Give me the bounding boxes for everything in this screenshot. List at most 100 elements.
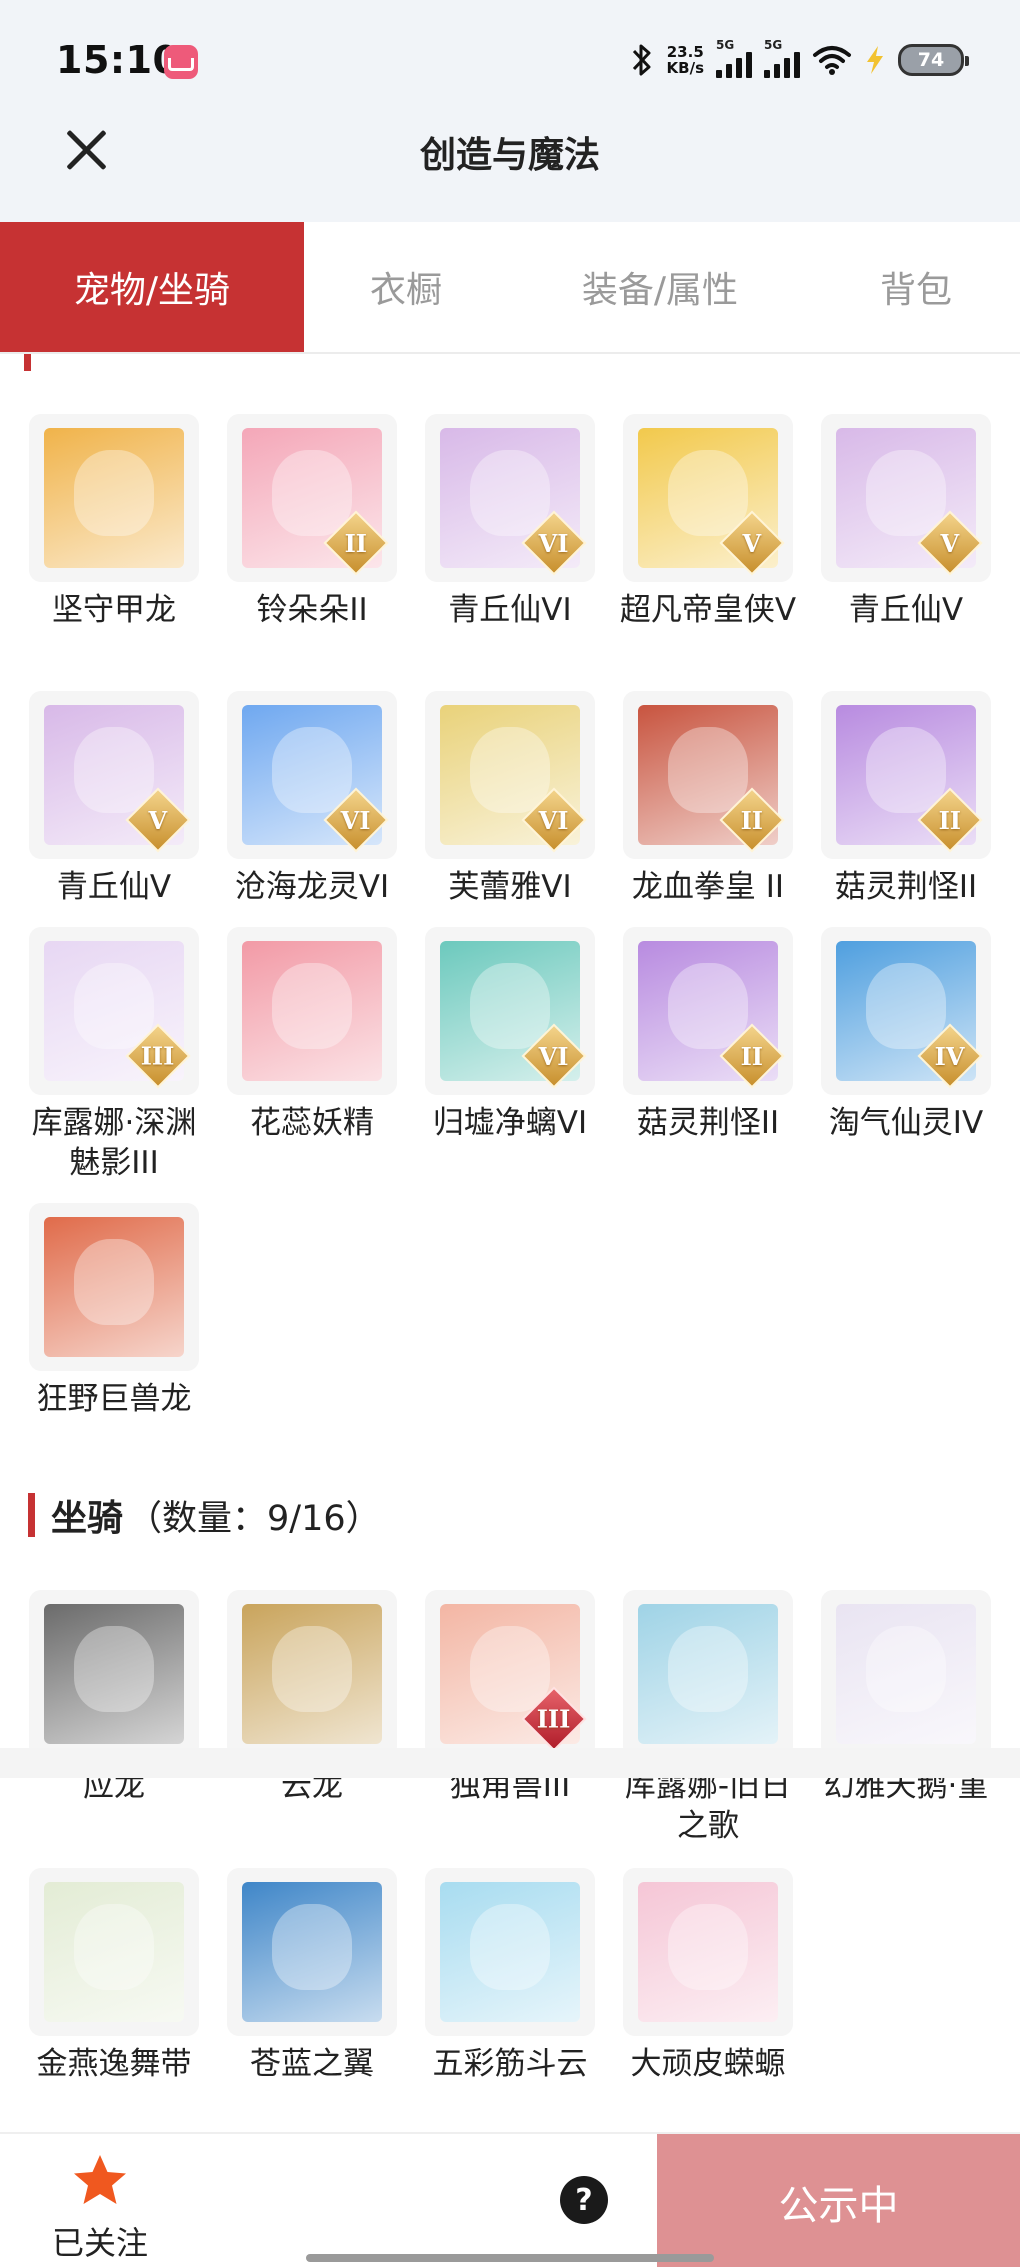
item-thumbnail[interactable]: V (623, 414, 793, 582)
item-card[interactable]: 金燕逸舞带 (16, 1868, 212, 2084)
item-name: 库露娜-旧日之歌 (624, 1768, 792, 1844)
pets-section-header-partial (24, 354, 47, 374)
item-card[interactable]: 库露娜-旧日之歌 (610, 1590, 806, 1846)
item-artwork (44, 1604, 184, 1744)
item-name: 归墟净螭VI (432, 1105, 588, 1141)
publish-status-button[interactable]: 公示中 (657, 2134, 1020, 2267)
item-name: 龙血拳皇 II (631, 869, 785, 905)
item-artwork (242, 1882, 382, 2022)
item-card[interactable]: 苍蓝之翼 (214, 1868, 410, 2084)
item-thumbnail[interactable]: II (821, 691, 991, 859)
bottom-action-bar: 已关注 ? 公示中 (0, 2132, 1020, 2267)
item-name: 青丘仙VI (448, 592, 572, 628)
tab-pets-mounts[interactable]: 宠物/坐骑 (0, 222, 304, 352)
item-card[interactable]: 花蕊妖精 (214, 927, 410, 1143)
item-card[interactable]: 大顽皮蝾螈 (610, 1868, 806, 2084)
content-scroll-area[interactable]: 坚守甲龙 II 铃朵朵II VI 青丘仙VI V 超凡帝皇侠V V 青丘仙V V 青丘仙V VI 沧海龙… (0, 354, 1020, 2102)
nav-bar: 创造与魔法 (0, 118, 1020, 222)
tab-wardrobe[interactable]: 衣橱 (304, 222, 508, 352)
item-card[interactable]: III 库露娜·深渊魅影III (16, 927, 212, 1183)
item-name: 苍蓝之翼 (250, 2046, 374, 2082)
item-thumbnail[interactable]: V (29, 691, 199, 859)
item-card[interactable]: II 菇灵荆怪II (808, 691, 1004, 907)
item-name: 铃朵朵II (256, 592, 368, 628)
item-thumbnail[interactable] (425, 1868, 595, 2036)
item-name: 五彩筋斗云 (432, 2046, 588, 2082)
item-artwork (836, 1604, 976, 1744)
item-thumbnail[interactable]: VI (227, 691, 397, 859)
section-accent-bar (28, 1493, 35, 1537)
item-name: 青丘仙V (56, 869, 172, 905)
item-thumbnail[interactable] (821, 1590, 991, 1758)
mounts-section-header: 坐骑 （数量：9/16） (28, 1490, 381, 1540)
item-card[interactable]: II 菇灵荆怪II (610, 927, 806, 1143)
item-name: 青丘仙V (848, 592, 964, 628)
item-artwork (44, 1882, 184, 2022)
section-accent-bar (24, 354, 31, 371)
item-artwork (440, 1882, 580, 2022)
item-thumbnail[interactable] (29, 414, 199, 582)
item-card[interactable]: VI 沧海龙灵VI (214, 691, 410, 907)
item-thumbnail[interactable]: V (821, 414, 991, 582)
item-card[interactable]: 五彩筋斗云 (412, 1868, 608, 2084)
item-card[interactable]: V 青丘仙V (16, 691, 212, 907)
item-card[interactable]: II 龙血拳皇 II (610, 691, 806, 907)
item-thumbnail[interactable]: II (623, 691, 793, 859)
star-icon (74, 2155, 126, 2204)
mounts-title: 坐骑 (51, 1498, 124, 1539)
item-name: 库露娜·深渊魅影III (31, 1105, 197, 1181)
follow-button[interactable]: 已关注 (40, 2152, 160, 2264)
item-name: 菇灵荆怪II (834, 869, 978, 905)
item-name: 芙蕾雅VI (448, 869, 572, 905)
mounts-count: （数量：9/16） (127, 1498, 381, 1539)
item-thumbnail[interactable] (227, 1590, 397, 1758)
item-thumbnail[interactable]: II (227, 414, 397, 582)
item-thumbnail[interactable]: III (425, 1590, 595, 1758)
item-name: 坚守甲龙 (52, 592, 176, 628)
item-card[interactable]: VI 芙蕾雅VI (412, 691, 608, 907)
item-name: 菇灵荆怪II (636, 1105, 780, 1141)
tab-backpack[interactable]: 背包 (812, 222, 1020, 352)
item-name: 狂野巨兽龙 (36, 1381, 192, 1417)
item-thumbnail[interactable] (227, 927, 397, 1095)
item-thumbnail[interactable]: VI (425, 414, 595, 582)
wifi-icon (813, 46, 851, 75)
item-card[interactable]: VI 归墟净螭VI (412, 927, 608, 1143)
status-icons: 23.5 KB/s 5G 5G 74 (629, 38, 969, 80)
help-icon[interactable]: ? (560, 2176, 608, 2224)
item-thumbnail[interactable] (29, 1868, 199, 2036)
item-card[interactable]: 狂野巨兽龙 (16, 1203, 212, 1419)
clock: 15:10 (56, 38, 180, 82)
item-card[interactable]: IV 淘气仙灵IV (808, 927, 1004, 1143)
item-thumbnail[interactable] (29, 1590, 199, 1758)
item-card[interactable]: II 铃朵朵II (214, 414, 410, 630)
item-name: 金燕逸舞带 (36, 2046, 192, 2082)
status-bar: 15:10 23.5 KB/s 5G 5G 74 (0, 0, 1020, 118)
bluetooth-icon (632, 44, 651, 76)
item-thumbnail[interactable] (623, 1868, 793, 2036)
divider-band (0, 1748, 1020, 1778)
item-artwork (44, 1217, 184, 1357)
item-thumbnail[interactable]: II (623, 927, 793, 1095)
item-card[interactable]: V 超凡帝皇侠V (610, 414, 806, 630)
follow-label: 已关注 (51, 2224, 148, 2262)
item-card[interactable]: 坚守甲龙 (16, 414, 212, 630)
item-name: 大顽皮蝾螈 (630, 2046, 786, 2082)
item-artwork (44, 428, 184, 568)
item-card[interactable]: VI 青丘仙VI (412, 414, 608, 630)
item-thumbnail[interactable]: IV (821, 927, 991, 1095)
item-thumbnail[interactable]: III (29, 927, 199, 1095)
item-thumbnail[interactable] (227, 1868, 397, 2036)
battery-icon: 74 (898, 44, 969, 76)
item-card[interactable]: V 青丘仙V (808, 414, 1004, 630)
page-title: 创造与魔法 (419, 135, 600, 176)
home-indicator[interactable] (306, 2254, 714, 2262)
tab-equipment[interactable]: 装备/属性 (508, 222, 812, 352)
tab-bar: 宠物/坐骑 衣橱 装备/属性 背包 (0, 222, 1020, 354)
item-artwork (242, 941, 382, 1081)
item-thumbnail[interactable] (623, 1590, 793, 1758)
app-notification-icon (164, 45, 198, 79)
item-thumbnail[interactable] (29, 1203, 199, 1371)
item-thumbnail[interactable]: VI (425, 927, 595, 1095)
item-thumbnail[interactable]: VI (425, 691, 595, 859)
